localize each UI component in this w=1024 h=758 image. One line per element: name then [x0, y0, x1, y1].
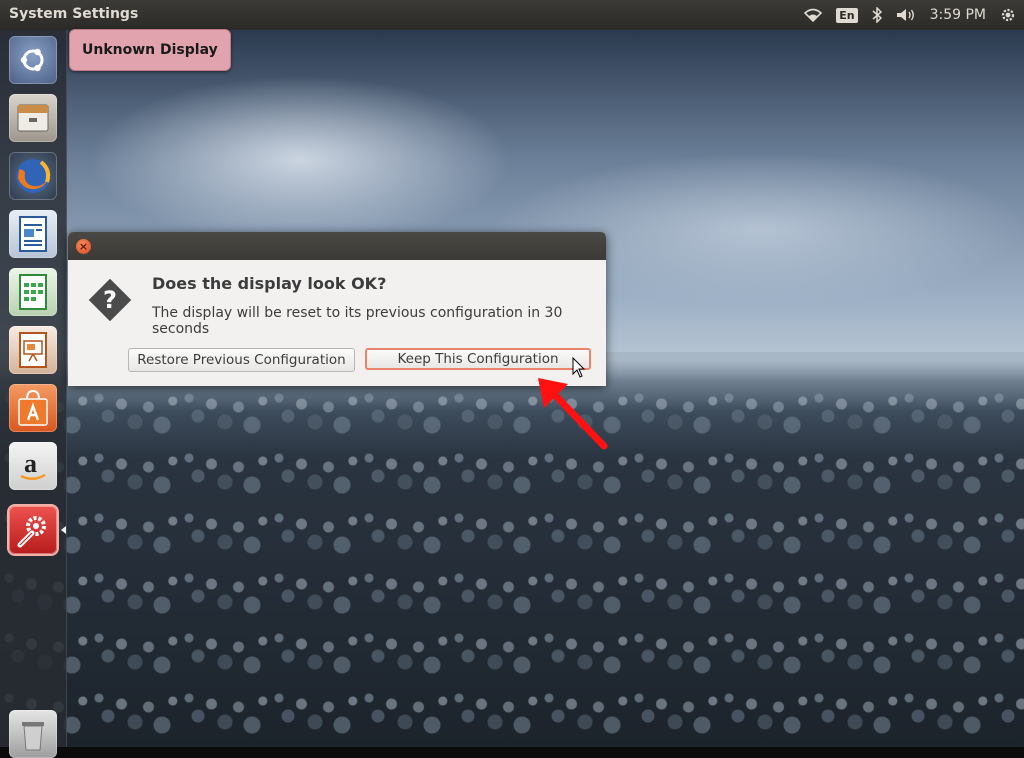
wifi-icon[interactable]	[804, 8, 823, 22]
keep-this-configuration-button[interactable]: Keep This Configuration	[365, 348, 591, 370]
dialog-titlebar: ×	[68, 232, 606, 260]
presentation-icon	[19, 332, 47, 368]
top-panel: System Settings En 3:59 PM	[0, 0, 1024, 30]
desktop-wallpaper	[0, 30, 1024, 747]
launcher-files[interactable]	[9, 94, 57, 142]
launcher-writer[interactable]	[9, 210, 57, 258]
wrench-gear-icon	[17, 516, 46, 548]
dialog-heading: Does the display look OK?	[152, 274, 387, 293]
launcher-software-center[interactable]	[9, 384, 57, 432]
clock[interactable]: 3:59 PM	[930, 7, 986, 23]
launcher-dash-home[interactable]	[9, 36, 57, 84]
keyboard-language-indicator[interactable]: En	[836, 7, 858, 23]
spreadsheet-icon	[19, 274, 47, 310]
launcher-calc[interactable]	[9, 268, 57, 316]
close-icon[interactable]: ×	[76, 239, 91, 254]
amazon-icon: a	[20, 449, 46, 480]
launcher: a	[0, 30, 67, 758]
shopping-bag-icon	[18, 389, 48, 426]
question-icon: ?	[85, 275, 135, 325]
launcher-impress[interactable]	[9, 326, 57, 374]
display-confirm-dialog: × ? Does the display look OK? The displa…	[68, 232, 606, 386]
firefox-icon	[16, 159, 51, 193]
file-cabinet-icon	[17, 104, 49, 132]
power-gear-icon[interactable]	[1000, 7, 1016, 23]
active-window-indicator	[61, 526, 66, 534]
window-title: System Settings	[9, 6, 139, 22]
red-annotation-arrow-icon	[538, 378, 608, 450]
system-tray: En 3:59 PM	[804, 0, 1024, 30]
dialog-message: The display will be reset to its previou…	[152, 305, 563, 337]
document-icon	[19, 216, 47, 252]
volume-icon[interactable]	[896, 8, 916, 22]
launcher-trash[interactable]	[9, 710, 57, 758]
restore-previous-configuration-button[interactable]: Restore Previous Configuration	[128, 348, 355, 372]
ubuntu-logo-icon	[20, 48, 44, 72]
svg-text:a: a	[24, 449, 37, 478]
launcher-system-settings[interactable]	[9, 506, 57, 554]
pebble-beach	[0, 380, 1024, 747]
launcher-amazon[interactable]: a	[9, 442, 57, 490]
launcher-firefox[interactable]	[9, 152, 57, 200]
bluetooth-icon[interactable]	[872, 7, 882, 23]
svg-text:?: ?	[103, 286, 117, 314]
launcher-tooltip: Unknown Display	[69, 29, 231, 71]
